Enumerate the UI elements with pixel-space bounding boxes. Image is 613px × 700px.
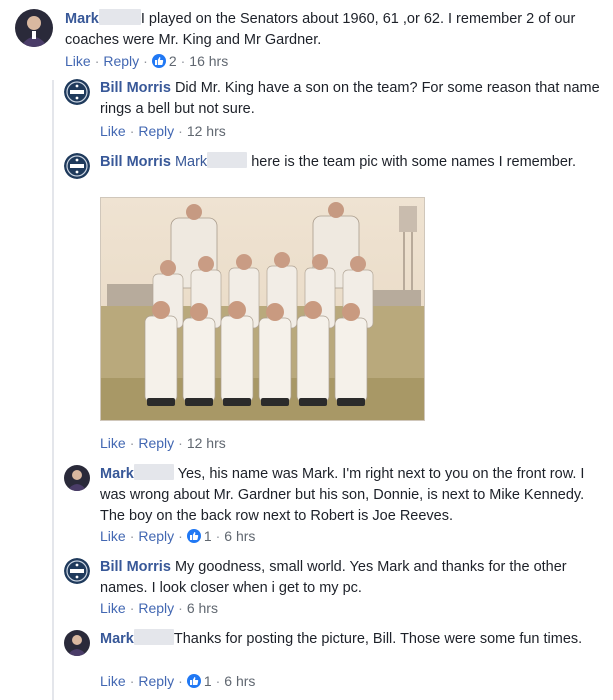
avatar-bill-morris[interactable]: [64, 153, 90, 179]
like-button[interactable]: Like: [65, 53, 91, 69]
comment-6: Mark Thanks for posting the picture, Bill…: [100, 629, 600, 650]
team-photo-image: [101, 198, 424, 420]
timestamp[interactable]: 12 hrs: [187, 435, 226, 451]
timestamp[interactable]: 6 hrs: [187, 600, 218, 616]
comment-5: Bill Morris My goodness, small world. Ye…: [100, 557, 600, 599]
comment-author[interactable]: Bill Morris: [100, 154, 171, 170]
comment-actions: Like · Reply · 12 hrs: [100, 123, 226, 139]
avatar-bill-morris[interactable]: [64, 79, 90, 105]
comment-author[interactable]: Bill Morris: [100, 559, 171, 575]
reply-button[interactable]: Reply: [138, 528, 174, 544]
redacted-surname: [98, 9, 141, 25]
like-thumb-icon[interactable]: [151, 54, 166, 68]
reply-button[interactable]: Reply: [138, 600, 174, 616]
redacted-surname: [207, 152, 248, 168]
reaction-count[interactable]: 2: [169, 53, 177, 69]
like-button[interactable]: Like: [100, 528, 126, 544]
avatar-photo: [64, 630, 90, 656]
like-thumb-icon[interactable]: [186, 674, 201, 688]
avatar-bill-morris[interactable]: [64, 558, 90, 584]
reply-thread-line: [52, 80, 54, 700]
timestamp[interactable]: 12 hrs: [187, 123, 226, 139]
reply-button[interactable]: Reply: [138, 673, 174, 689]
comment-text: here is the team pic with some names I r…: [251, 154, 576, 170]
avatar-photo: [64, 465, 90, 491]
comment-4: Mark Yes, his name was Mark. I'm right n…: [100, 464, 600, 527]
comment-text: Thanks for posting the picture, Bill. Th…: [173, 631, 583, 647]
team-photo[interactable]: [100, 197, 425, 421]
comment-author[interactable]: Mark: [65, 11, 99, 27]
avatar-mark[interactable]: [64, 465, 90, 491]
avatar-photo: [15, 9, 53, 47]
redacted-surname: [133, 464, 174, 480]
avatar-mark[interactable]: [64, 630, 90, 656]
comment-actions: Like · Reply · 2 · 16 hrs: [65, 53, 229, 69]
like-thumb-icon[interactable]: [186, 529, 201, 543]
comment-author[interactable]: Mark: [100, 466, 134, 482]
team-logo-avatar: [64, 153, 90, 179]
comment-2: Bill Morris Did Mr. King have a son on t…: [100, 78, 600, 120]
like-button[interactable]: Like: [100, 600, 126, 616]
comment-actions: Like · Reply · 1 · 6 hrs: [100, 528, 256, 544]
team-logo-avatar: [64, 558, 90, 584]
reply-button[interactable]: Reply: [138, 123, 174, 139]
like-button[interactable]: Like: [100, 123, 126, 139]
reply-button[interactable]: Reply: [103, 53, 139, 69]
avatar-mark[interactable]: [15, 9, 53, 47]
team-logo-avatar: [64, 79, 90, 105]
redacted-surname: [133, 629, 174, 645]
comment-text: Did Mr. King have a son on the team? For…: [100, 80, 600, 117]
comment-1: Mark I played on the Senators about 1960,…: [65, 9, 605, 51]
like-button[interactable]: Like: [100, 673, 126, 689]
reaction-count[interactable]: 1: [204, 673, 212, 689]
comment-actions: Like · Reply · 12 hrs: [100, 435, 226, 451]
timestamp[interactable]: 16 hrs: [189, 53, 228, 69]
comment-actions: Like · Reply · 6 hrs: [100, 600, 218, 616]
mention-link[interactable]: Mark: [175, 154, 207, 170]
like-button[interactable]: Like: [100, 435, 126, 451]
comment-text: I played on the Senators about 1960, 61 …: [65, 11, 576, 48]
comment-actions: Like · Reply · 1 · 6 hrs: [100, 673, 256, 689]
timestamp[interactable]: 6 hrs: [224, 528, 255, 544]
comment-3: Bill Morris Mark here is the team pic wi…: [100, 152, 600, 173]
comment-author[interactable]: Bill Morris: [100, 80, 171, 96]
comment-author[interactable]: Mark: [100, 631, 134, 647]
reply-button[interactable]: Reply: [138, 435, 174, 451]
reaction-count[interactable]: 1: [204, 528, 212, 544]
timestamp[interactable]: 6 hrs: [224, 673, 255, 689]
